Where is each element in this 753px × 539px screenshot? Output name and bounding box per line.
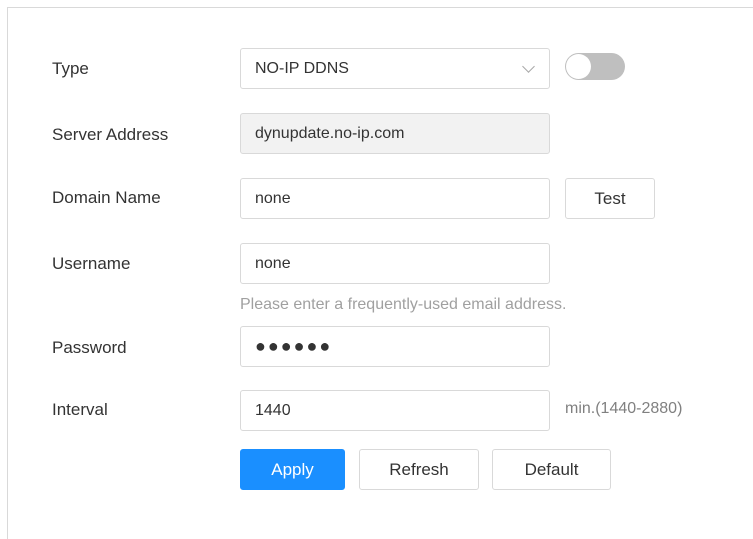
chevron-down-icon xyxy=(522,60,535,73)
enable-toggle[interactable] xyxy=(565,53,625,80)
password-label: Password xyxy=(52,338,127,357)
test-button[interactable]: Test xyxy=(565,178,655,219)
interval-label: Interval xyxy=(52,400,108,419)
default-button[interactable]: Default xyxy=(492,449,611,490)
interval-input[interactable]: 1440 xyxy=(240,390,550,431)
type-label: Type xyxy=(52,59,89,78)
username-label: Username xyxy=(52,254,131,273)
type-value: NO-IP DDNS xyxy=(255,60,349,77)
password-mask: ●●●●●● xyxy=(255,336,333,356)
server-address-field: dynupdate.no-ip.com xyxy=(240,113,550,154)
interval-range: min.(1440-2880) xyxy=(565,400,683,417)
refresh-button[interactable]: Refresh xyxy=(359,449,479,490)
type-select[interactable]: NO-IP DDNS xyxy=(240,48,550,89)
apply-button[interactable]: Apply xyxy=(240,449,345,490)
username-hint: Please enter a frequently-used email add… xyxy=(240,296,567,313)
domain-name-label: Domain Name xyxy=(52,188,161,207)
password-input[interactable]: ●●●●●● xyxy=(240,326,550,367)
username-input[interactable]: none xyxy=(240,243,550,284)
toggle-knob xyxy=(566,54,591,79)
server-address-label: Server Address xyxy=(52,125,169,144)
domain-name-input[interactable]: none xyxy=(240,178,550,219)
